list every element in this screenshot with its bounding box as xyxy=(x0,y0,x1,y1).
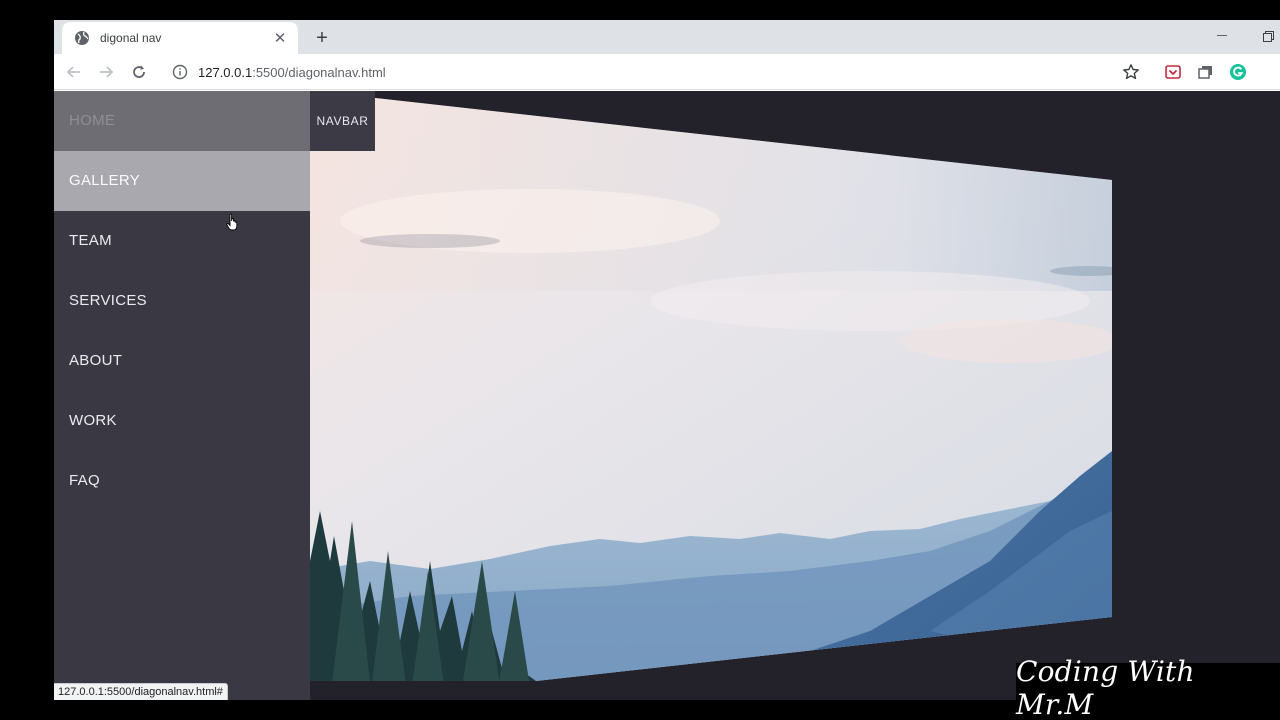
sidebar-nav: HOME GALLERY TEAM SERVICES ABOUT WORK FA… xyxy=(54,91,310,700)
tabs-extension-icon[interactable] xyxy=(1197,63,1215,81)
sidebar-item-faq[interactable]: FAQ xyxy=(54,451,310,511)
hand-cursor-icon xyxy=(226,213,238,231)
page-viewport: HOME GALLERY TEAM SERVICES ABOUT WORK FA… xyxy=(54,91,1280,700)
restore-icon[interactable] xyxy=(1258,26,1278,46)
reload-icon[interactable] xyxy=(127,60,151,84)
minimize-icon[interactable] xyxy=(1212,26,1232,46)
globe-icon xyxy=(75,31,89,45)
arrow-right-icon[interactable] xyxy=(94,60,118,84)
browser-tab[interactable]: digonal nav ✕ xyxy=(62,22,298,54)
pocket-icon[interactable] xyxy=(1164,63,1182,81)
sidebar-item-about[interactable]: ABOUT xyxy=(54,331,310,391)
grammarly-icon[interactable] xyxy=(1229,63,1247,81)
arrow-left-icon[interactable] xyxy=(62,60,86,84)
tab-strip: digonal nav ✕ + xyxy=(54,20,1280,54)
sidebar-item-gallery[interactable]: GALLERY xyxy=(54,151,310,211)
sidebar-item-work[interactable]: WORK xyxy=(54,391,310,451)
navbar-toggle-button[interactable]: NAVBAR xyxy=(310,91,375,151)
tab-title: digonal nav xyxy=(100,31,162,45)
address-bar[interactable]: 127.0.0.1:5500/diagonalnav.html xyxy=(162,59,1162,85)
watermark-text: Coding With Mr.M xyxy=(1016,655,1195,720)
browser-window: digonal nav ✕ + 127.0.0.1:5500/diagonaln… xyxy=(54,20,1280,700)
info-icon[interactable] xyxy=(172,64,188,80)
close-icon[interactable]: ✕ xyxy=(272,30,288,47)
star-icon[interactable] xyxy=(1122,63,1140,81)
browser-toolbar: 127.0.0.1:5500/diagonalnav.html xyxy=(54,54,1280,90)
sidebar-item-home[interactable]: HOME xyxy=(54,91,310,151)
status-url-tooltip: 127.0.0.1:5500/diagonalnav.html# xyxy=(54,683,228,700)
sidebar-item-services[interactable]: SERVICES xyxy=(54,271,310,331)
plus-icon[interactable]: + xyxy=(310,26,334,50)
channel-watermark: Coding With Mr.M xyxy=(1016,655,1280,720)
url-text: 127.0.0.1:5500/diagonalnav.html xyxy=(198,64,386,80)
hero-image xyxy=(310,98,1112,681)
sidebar-item-team[interactable]: TEAM xyxy=(54,211,310,271)
